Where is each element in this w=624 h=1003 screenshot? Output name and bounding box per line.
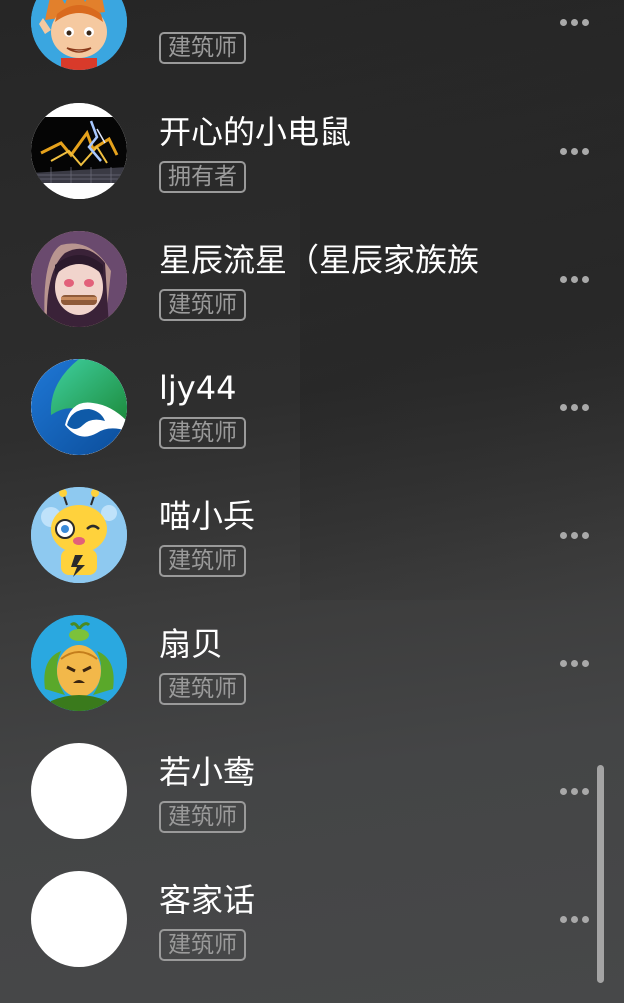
more-options-button[interactable] xyxy=(554,12,594,32)
more-dots-icon xyxy=(559,18,567,26)
role-badge: 建筑师 xyxy=(159,417,246,449)
more-dots-icon xyxy=(559,659,567,667)
more-dots-icon xyxy=(559,915,567,923)
scrollbar-thumb[interactable] xyxy=(597,765,604,983)
member-name: 扇贝 xyxy=(159,625,224,663)
more-options-button[interactable] xyxy=(554,269,594,289)
role-badge: 建筑师 xyxy=(159,673,246,705)
member-name: 客家话 xyxy=(159,881,256,919)
anime-girl-avatar[interactable] xyxy=(31,231,127,327)
member-row[interactable]: 客家话 建筑师 xyxy=(0,871,590,999)
cartoon-boy-avatar[interactable] xyxy=(31,0,127,70)
member-name: 喵小兵 xyxy=(159,497,256,535)
role-badge: 拥有者 xyxy=(159,161,246,193)
member-name: 开心的小电鼠 xyxy=(159,113,352,151)
member-name: 星辰流星（星辰家族族 xyxy=(159,241,480,279)
more-options-button[interactable] xyxy=(554,397,594,417)
member-list: 建筑师 开心的小电鼠 拥有者 星辰流星（星辰家族族 建筑师 ljy44 建筑师 … xyxy=(0,0,624,1003)
member-row[interactable]: 星辰流星（星辰家族族 建筑师 xyxy=(0,231,590,359)
more-dots-icon xyxy=(559,403,567,411)
member-row[interactable]: 建筑师 xyxy=(0,0,590,102)
member-name: ljy44 xyxy=(159,369,237,407)
yellow-robot-avatar[interactable] xyxy=(31,487,127,583)
lightning-avatar[interactable] xyxy=(31,103,127,199)
more-dots-icon xyxy=(559,787,567,795)
role-badge: 建筑师 xyxy=(159,289,246,321)
more-dots-icon xyxy=(559,531,567,539)
member-name: 若小鸯 xyxy=(159,753,256,791)
more-dots-icon xyxy=(559,147,567,155)
member-row[interactable]: 开心的小电鼠 拥有者 xyxy=(0,103,590,231)
more-options-button[interactable] xyxy=(554,781,594,801)
member-row[interactable]: 扇贝 建筑师 xyxy=(0,615,590,743)
role-badge: 建筑师 xyxy=(159,32,246,64)
blank-avatar[interactable] xyxy=(31,743,127,839)
more-options-button[interactable] xyxy=(554,653,594,673)
more-options-button[interactable] xyxy=(554,909,594,929)
edge-logo-avatar[interactable] xyxy=(31,359,127,455)
blank-avatar[interactable] xyxy=(31,871,127,967)
more-options-button[interactable] xyxy=(554,525,594,545)
more-options-button[interactable] xyxy=(554,141,594,161)
role-badge: 建筑师 xyxy=(159,801,246,833)
member-row[interactable]: 喵小兵 建筑师 xyxy=(0,487,590,615)
role-badge: 建筑师 xyxy=(159,929,246,961)
role-badge: 建筑师 xyxy=(159,545,246,577)
more-dots-icon xyxy=(559,275,567,283)
plant-creature-avatar[interactable] xyxy=(31,615,127,711)
member-row[interactable]: 若小鸯 建筑师 xyxy=(0,743,590,871)
member-row[interactable]: ljy44 建筑师 xyxy=(0,359,590,487)
